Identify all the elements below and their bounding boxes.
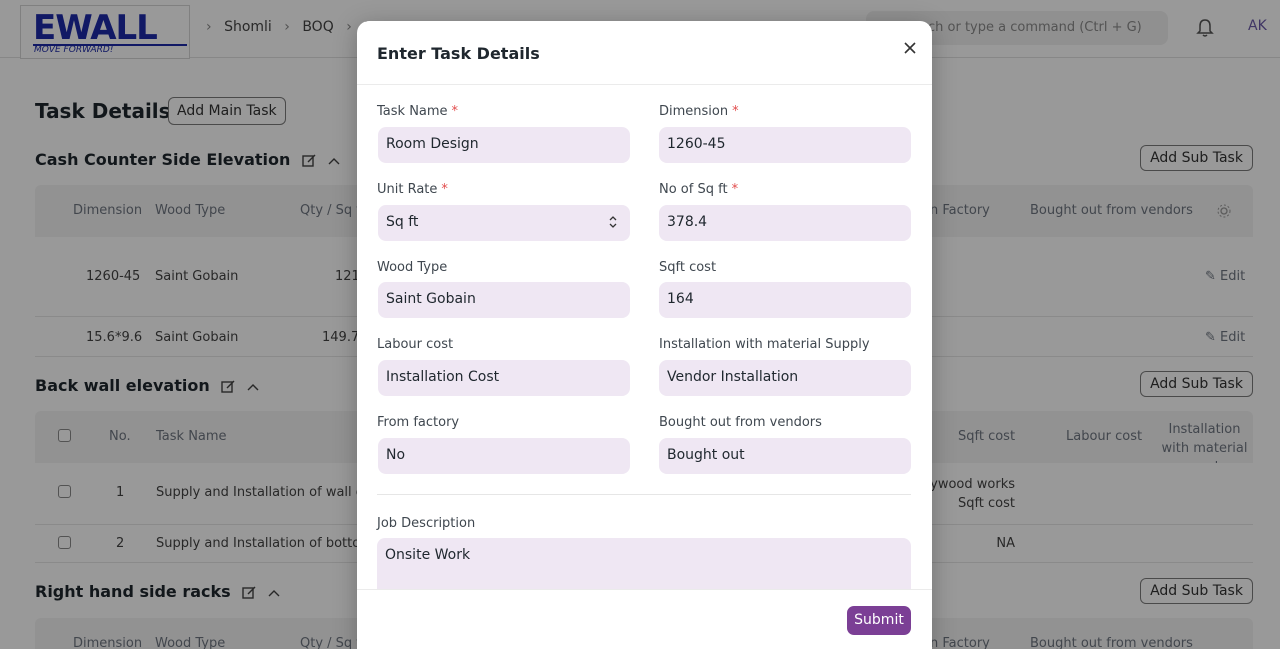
no-of-sqft-field[interactable]: 378.4 xyxy=(659,205,911,241)
installation-field[interactable]: Vendor Installation xyxy=(659,360,911,396)
required-marker: * xyxy=(731,182,739,197)
from-factory-label: From factory xyxy=(377,415,460,430)
required-marker: * xyxy=(441,182,448,197)
required-marker: * xyxy=(732,104,739,119)
bought-out-field[interactable]: Bought out xyxy=(659,438,911,474)
label-text: No of Sq ft xyxy=(659,182,728,197)
from-factory-field[interactable]: No xyxy=(378,438,630,474)
labour-cost-label: Labour cost xyxy=(377,337,454,352)
unit-rate-value: Sq ft xyxy=(386,214,419,230)
dialog-footer: Submit xyxy=(357,589,932,649)
job-description-label: Job Description xyxy=(377,516,476,531)
select-updown-icon xyxy=(609,216,617,228)
section-divider xyxy=(377,494,911,495)
wood-type-label: Wood Type xyxy=(377,260,448,275)
labour-cost-field[interactable]: Installation Cost xyxy=(378,360,630,396)
unit-rate-label: Unit Rate * xyxy=(377,182,448,197)
dialog-header: Enter Task Details xyxy=(357,21,932,85)
label-text: Task Name xyxy=(377,104,448,119)
sqft-cost-field[interactable]: 164 xyxy=(659,282,911,318)
dimension-label: Dimension * xyxy=(659,104,739,119)
required-marker: * xyxy=(451,104,459,119)
task-details-dialog: Enter Task Details Task Name * Room Desig… xyxy=(357,21,932,649)
dialog-title: Enter Task Details xyxy=(377,44,540,63)
task-name-label: Task Name * xyxy=(377,104,458,119)
close-icon[interactable] xyxy=(901,39,919,57)
unit-rate-select[interactable]: Sq ft xyxy=(378,205,630,241)
bought-out-label: Bought out from vendors xyxy=(659,415,822,430)
label-text: Dimension xyxy=(659,104,729,119)
no-of-sqft-label: No of Sq ft * xyxy=(659,182,738,197)
submit-button[interactable]: Submit xyxy=(847,606,911,635)
label-text: Unit Rate xyxy=(377,182,438,197)
dimension-field[interactable]: 1260-45 xyxy=(659,127,911,163)
wood-type-field[interactable]: Saint Gobain xyxy=(378,282,630,318)
sqft-cost-label: Sqft cost xyxy=(659,260,717,275)
task-name-field[interactable]: Room Design xyxy=(378,127,630,163)
installation-label: Installation with material Supply xyxy=(659,337,870,352)
